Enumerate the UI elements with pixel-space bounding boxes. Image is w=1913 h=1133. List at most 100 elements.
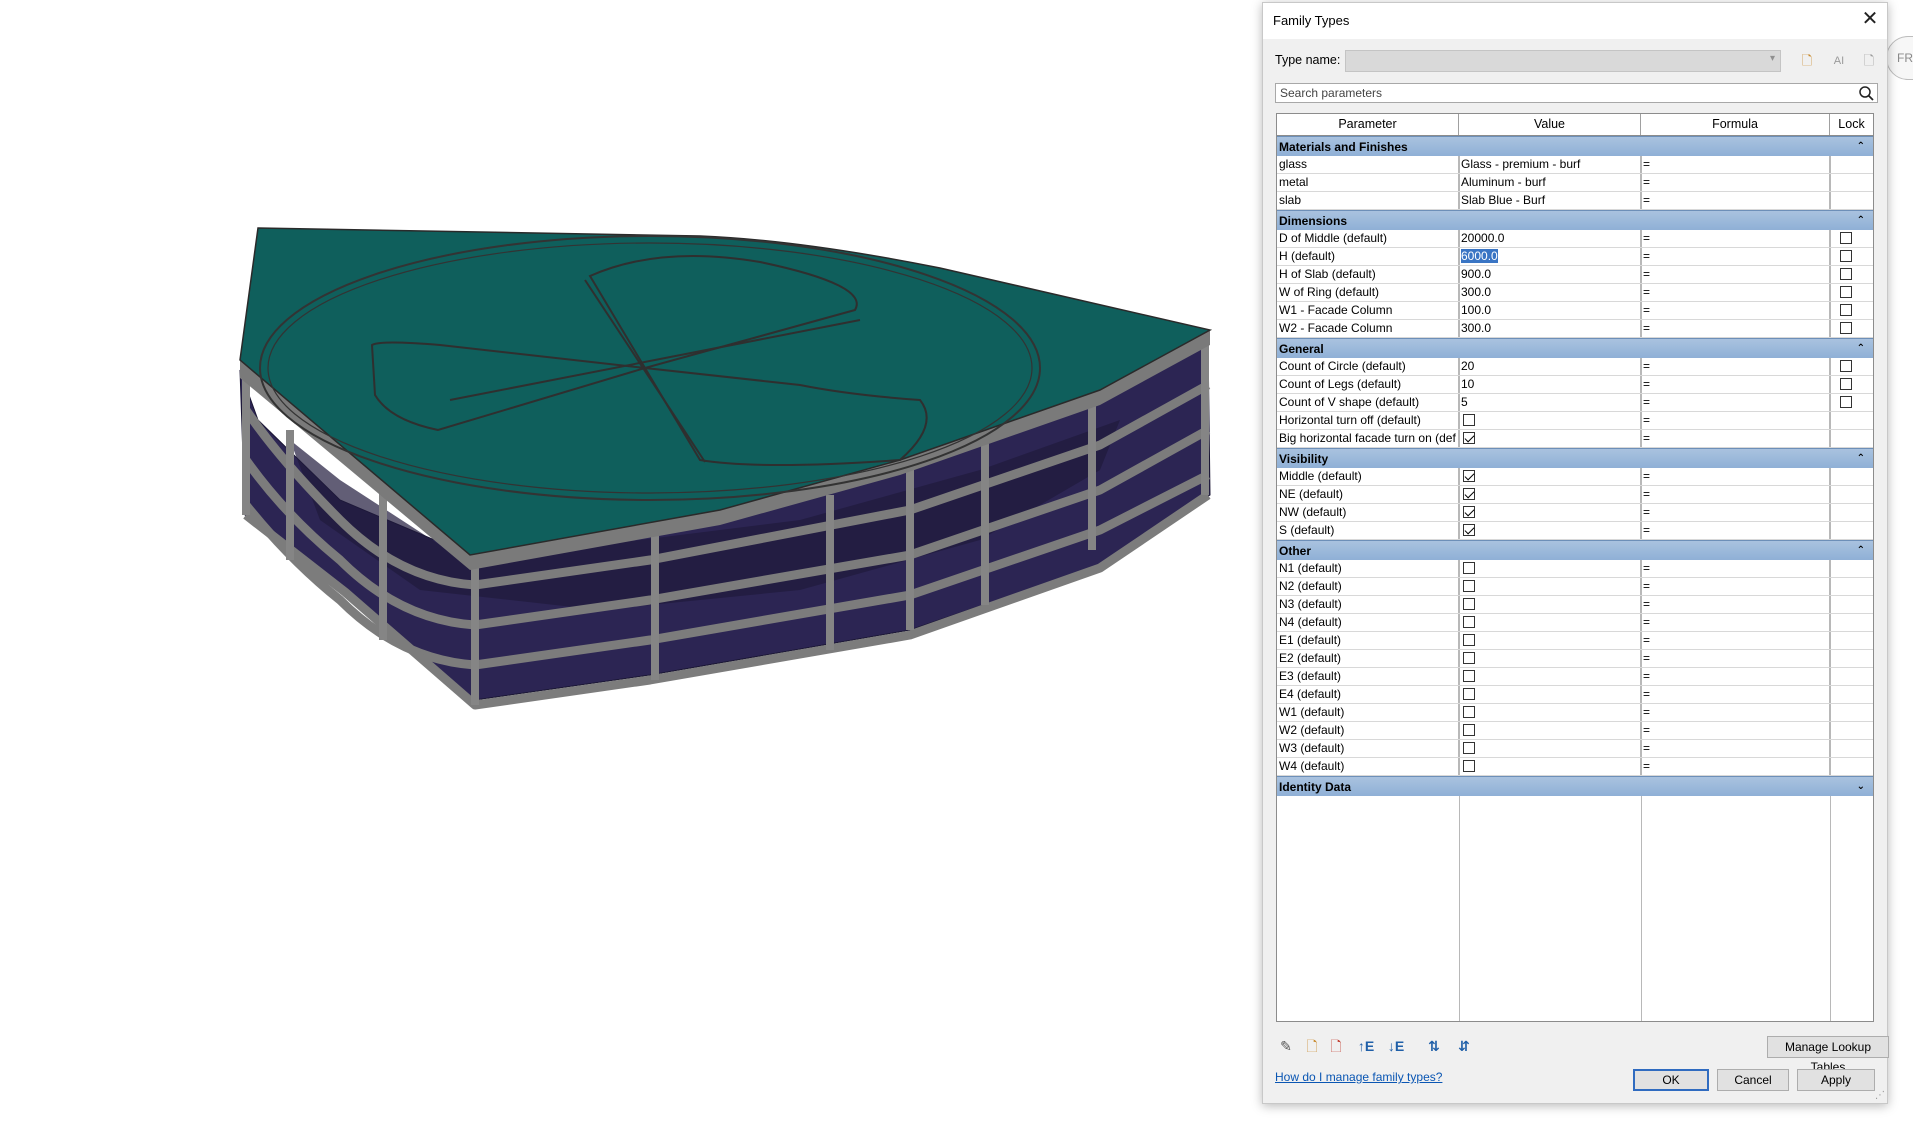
- lock-checkbox[interactable]: [1840, 231, 1852, 244]
- lock-checkbox[interactable]: [1840, 249, 1852, 262]
- parameter-value[interactable]: [1459, 650, 1641, 667]
- parameter-row[interactable]: W1 (default) =: [1277, 704, 1873, 722]
- move-parameter-up-icon[interactable]: ↑E: [1355, 1035, 1377, 1057]
- help-link[interactable]: How do I manage family types?: [1275, 1070, 1442, 1084]
- parameter-formula[interactable]: =: [1641, 248, 1830, 265]
- parameter-lock[interactable]: [1830, 560, 1873, 577]
- parameter-lock[interactable]: [1830, 704, 1873, 721]
- delete-parameter-icon[interactable]: 🗋: [1325, 1035, 1347, 1057]
- parameter-name[interactable]: S (default): [1277, 522, 1459, 539]
- value-checkbox[interactable]: [1463, 723, 1475, 736]
- parameter-lock[interactable]: [1830, 758, 1873, 775]
- parameter-name[interactable]: slab: [1277, 192, 1459, 209]
- parameter-name[interactable]: N3 (default): [1277, 596, 1459, 613]
- lock-checkbox[interactable]: [1840, 395, 1852, 408]
- column-header-lock[interactable]: Lock: [1830, 114, 1873, 135]
- group-header[interactable]: Other ⌃: [1277, 540, 1873, 560]
- parameter-formula[interactable]: =: [1641, 686, 1830, 703]
- column-header-parameter[interactable]: Parameter: [1277, 114, 1459, 135]
- parameter-name[interactable]: W3 (default): [1277, 740, 1459, 757]
- cancel-button[interactable]: Cancel: [1717, 1069, 1789, 1091]
- parameter-formula[interactable]: =: [1641, 156, 1830, 173]
- close-icon[interactable]: ✕: [1857, 7, 1883, 33]
- parameter-row[interactable]: E1 (default) =: [1277, 632, 1873, 650]
- parameter-row[interactable]: N3 (default) =: [1277, 596, 1873, 614]
- delete-type-icon[interactable]: 🗋: [1859, 51, 1879, 71]
- parameter-value[interactable]: 20000.0: [1459, 230, 1641, 247]
- parameter-row[interactable]: glass Glass - premium - burf =: [1277, 156, 1873, 174]
- parameter-name[interactable]: glass: [1277, 156, 1459, 173]
- group-header[interactable]: Visibility ⌃: [1277, 448, 1873, 468]
- parameter-name[interactable]: E3 (default): [1277, 668, 1459, 685]
- value-checkbox[interactable]: [1463, 597, 1475, 610]
- parameter-formula[interactable]: =: [1641, 578, 1830, 595]
- parameter-lock[interactable]: [1830, 284, 1873, 301]
- parameter-lock[interactable]: [1830, 320, 1873, 337]
- parameter-name[interactable]: W of Ring (default): [1277, 284, 1459, 301]
- parameter-row[interactable]: H (default) 6000.0 =: [1277, 248, 1873, 266]
- parameter-value[interactable]: [1459, 596, 1641, 613]
- parameter-formula[interactable]: =: [1641, 412, 1830, 429]
- parameter-name[interactable]: NE (default): [1277, 486, 1459, 503]
- rename-type-icon[interactable]: AI: [1829, 51, 1849, 71]
- parameter-value[interactable]: [1459, 758, 1641, 775]
- parameter-value[interactable]: 6000.0: [1459, 248, 1641, 265]
- collapse-chevron-icon[interactable]: ⌃: [1857, 541, 1865, 561]
- parameter-value[interactable]: 300.0: [1459, 320, 1641, 337]
- parameter-lock[interactable]: [1830, 394, 1873, 411]
- value-checkbox[interactable]: [1463, 615, 1475, 628]
- parameter-lock[interactable]: [1830, 376, 1873, 393]
- collapse-chevron-icon[interactable]: ⌃: [1857, 211, 1865, 231]
- group-header[interactable]: General ⌃: [1277, 338, 1873, 358]
- parameter-lock[interactable]: [1830, 668, 1873, 685]
- parameter-value[interactable]: 10: [1459, 376, 1641, 393]
- parameter-name[interactable]: NW (default): [1277, 504, 1459, 521]
- parameter-row[interactable]: NE (default) =: [1277, 486, 1873, 504]
- value-checkbox[interactable]: [1463, 651, 1475, 664]
- value-checkbox[interactable]: [1463, 523, 1475, 536]
- parameter-value[interactable]: [1459, 740, 1641, 757]
- parameter-value[interactable]: [1459, 578, 1641, 595]
- parameter-row[interactable]: Count of Legs (default) 10 =: [1277, 376, 1873, 394]
- parameter-lock[interactable]: [1830, 430, 1873, 447]
- parameter-row[interactable]: metal Aluminum - burf =: [1277, 174, 1873, 192]
- parameter-value[interactable]: Slab Blue - Burf: [1459, 192, 1641, 209]
- parameter-row[interactable]: W2 (default) =: [1277, 722, 1873, 740]
- parameter-formula[interactable]: =: [1641, 320, 1830, 337]
- parameter-formula[interactable]: =: [1641, 560, 1830, 577]
- search-input[interactable]: [1276, 84, 1836, 102]
- parameter-value[interactable]: [1459, 722, 1641, 739]
- value-checkbox[interactable]: [1463, 669, 1475, 682]
- expand-chevron-icon[interactable]: ⌄: [1857, 777, 1865, 797]
- parameter-row[interactable]: S (default) =: [1277, 522, 1873, 540]
- parameter-formula[interactable]: =: [1641, 302, 1830, 319]
- model-viewport[interactable]: [0, 0, 1260, 1133]
- column-header-value[interactable]: Value: [1459, 114, 1641, 135]
- parameter-name[interactable]: D of Middle (default): [1277, 230, 1459, 247]
- parameter-name[interactable]: E4 (default): [1277, 686, 1459, 703]
- parameter-row[interactable]: W4 (default) =: [1277, 758, 1873, 776]
- parameter-name[interactable]: H (default): [1277, 248, 1459, 265]
- parameter-row[interactable]: W3 (default) =: [1277, 740, 1873, 758]
- parameter-lock[interactable]: [1830, 468, 1873, 485]
- parameter-value[interactable]: [1459, 614, 1641, 631]
- parameter-lock[interactable]: [1830, 686, 1873, 703]
- parameter-row[interactable]: Horizontal turn off (default) =: [1277, 412, 1873, 430]
- parameter-lock[interactable]: [1830, 248, 1873, 265]
- parameter-name[interactable]: metal: [1277, 174, 1459, 191]
- parameter-row[interactable]: Count of Circle (default) 20 =: [1277, 358, 1873, 376]
- value-checkbox[interactable]: [1463, 413, 1475, 426]
- sort-descending-icon[interactable]: ⇵: [1453, 1035, 1475, 1057]
- parameter-name[interactable]: H of Slab (default): [1277, 266, 1459, 283]
- parameter-formula[interactable]: =: [1641, 358, 1830, 375]
- value-checkbox[interactable]: [1463, 431, 1475, 444]
- parameter-name[interactable]: W4 (default): [1277, 758, 1459, 775]
- new-type-icon[interactable]: 🗋: [1797, 51, 1817, 71]
- parameter-lock[interactable]: [1830, 578, 1873, 595]
- parameter-row[interactable]: W2 - Facade Column 300.0 =: [1277, 320, 1873, 338]
- parameter-formula[interactable]: =: [1641, 504, 1830, 521]
- lock-checkbox[interactable]: [1840, 285, 1852, 298]
- collapse-chevron-icon[interactable]: ⌃: [1857, 449, 1865, 469]
- value-checkbox[interactable]: [1463, 505, 1475, 518]
- parameter-formula[interactable]: =: [1641, 596, 1830, 613]
